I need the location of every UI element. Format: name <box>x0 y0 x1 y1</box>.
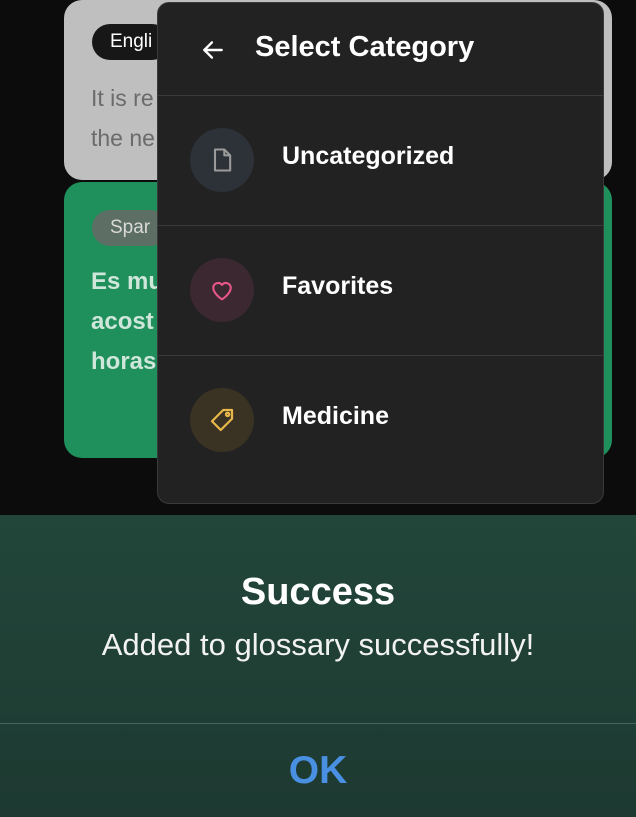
text-line: horas <box>91 348 157 375</box>
ok-button[interactable]: OK <box>0 724 636 817</box>
arrow-left-icon <box>203 41 223 59</box>
menu-title: Select Category <box>255 31 475 63</box>
back-button[interactable] <box>198 35 228 65</box>
icon-circle <box>190 258 254 322</box>
dialog-message: Added to glossary successfully! <box>101 627 535 662</box>
category-menu: Select Category Uncategorized Favorites … <box>157 2 604 504</box>
text-line: the ne <box>91 125 155 151</box>
category-label: Favorites <box>282 272 394 300</box>
category-item-uncategorized[interactable]: Uncategorized <box>158 96 603 226</box>
icon-circle <box>190 128 254 192</box>
category-item-favorites[interactable]: Favorites <box>158 226 603 356</box>
translation-text: Es mu acost horas <box>91 262 163 382</box>
category-item-medicine[interactable]: Medicine <box>158 356 603 485</box>
dialog-title: Success <box>240 571 396 613</box>
tag-icon <box>210 408 234 432</box>
document-icon <box>213 148 232 172</box>
icon-circle <box>190 388 254 452</box>
text-line: It is re <box>91 85 154 111</box>
heart-icon <box>212 281 232 301</box>
text-line: Es mu <box>91 268 164 295</box>
menu-header: Select Category <box>158 3 603 96</box>
text-line: acost <box>91 308 154 335</box>
category-label: Medicine <box>282 402 389 430</box>
success-dialog: Success Added to glossary successfully! … <box>0 515 636 817</box>
translation-text: It is re the ne <box>91 78 155 158</box>
category-label: Uncategorized <box>282 142 455 170</box>
